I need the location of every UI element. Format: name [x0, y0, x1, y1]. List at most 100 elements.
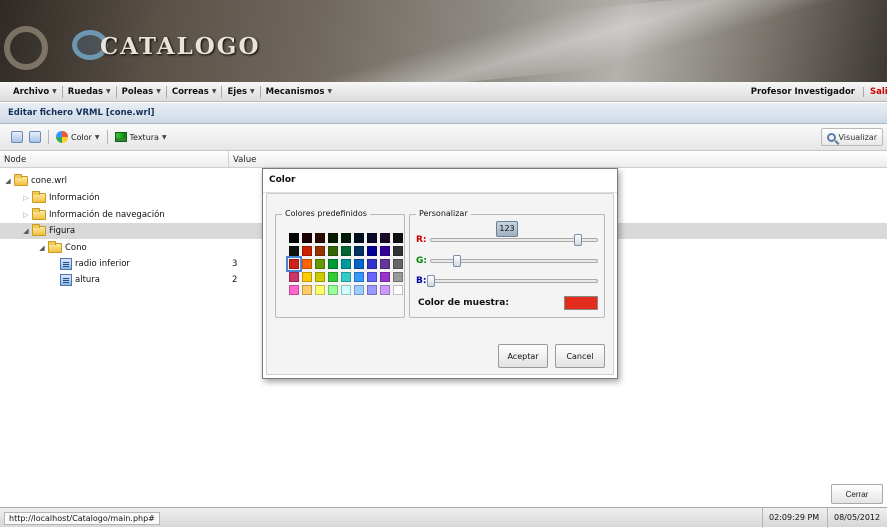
collapsed-arrow-icon[interactable]: ▷ — [22, 211, 30, 219]
color-swatch[interactable] — [367, 272, 377, 282]
expanded-arrow-icon[interactable]: ◢ — [38, 244, 46, 252]
red-slider-thumb[interactable] — [574, 234, 583, 246]
tree-row-label: Cono — [65, 243, 87, 253]
color-swatch[interactable] — [315, 259, 325, 269]
green-slider-thumb[interactable] — [453, 255, 462, 267]
color-swatch[interactable] — [354, 233, 364, 243]
menu-poleas-label: Poleas — [121, 86, 154, 97]
collapse-all-button[interactable] — [26, 128, 44, 146]
color-swatch[interactable] — [302, 285, 312, 295]
menu-ejes[interactable]: Ejes ▼ — [222, 87, 259, 97]
color-swatch[interactable] — [328, 246, 338, 256]
color-swatch[interactable] — [341, 233, 351, 243]
color-swatch[interactable] — [328, 272, 338, 282]
color-swatch[interactable] — [367, 259, 377, 269]
green-slider[interactable] — [430, 255, 598, 267]
color-swatch[interactable] — [341, 285, 351, 295]
expanded-arrow-icon[interactable]: ◢ — [4, 177, 12, 185]
color-swatch[interactable] — [393, 246, 403, 256]
color-swatch[interactable] — [328, 285, 338, 295]
texture-menu-button[interactable]: Textura ▼ — [112, 128, 170, 146]
color-swatch[interactable] — [393, 285, 403, 295]
color-swatch[interactable] — [315, 246, 325, 256]
menu-correas[interactable]: Correas ▼ — [167, 87, 222, 97]
menu-archivo-label: Archivo — [13, 86, 50, 97]
blue-slider-thumb[interactable] — [427, 275, 435, 287]
color-swatch[interactable] — [367, 246, 377, 256]
color-swatch[interactable] — [341, 246, 351, 256]
toolbar-divider — [106, 130, 108, 144]
color-swatch[interactable] — [302, 246, 312, 256]
color-swatch[interactable] — [286, 256, 302, 272]
blue-slider[interactable] — [427, 275, 598, 287]
blue-slider-row: B: — [416, 274, 598, 288]
color-swatch[interactable] — [393, 233, 403, 243]
color-swatch[interactable] — [289, 246, 299, 256]
color-swatch[interactable] — [393, 272, 403, 282]
header-banner: CATALOGO — [0, 0, 887, 82]
color-swatch[interactable] — [380, 272, 390, 282]
green-label: G: — [416, 256, 427, 266]
menu-poleas[interactable]: Poleas ▼ — [117, 87, 166, 97]
custom-color-group: Personalizar 123 R: G: B: Color de muest… — [409, 209, 605, 318]
expand-icon — [11, 131, 23, 143]
tree-row-label: Figura — [49, 226, 76, 236]
color-swatch[interactable] — [315, 285, 325, 295]
color-menu-label: Color — [71, 132, 92, 142]
chevron-down-icon: ▼ — [106, 88, 111, 95]
expand-all-button[interactable] — [8, 128, 26, 146]
tree-row-value[interactable]: 3 — [232, 259, 237, 269]
menu-correas-label: Correas — [171, 86, 209, 97]
color-swatch[interactable] — [367, 285, 377, 295]
dialog-title[interactable]: Color — [263, 169, 617, 193]
menu-mecanismos[interactable]: Mecanismos ▼ — [261, 87, 337, 97]
color-swatch[interactable] — [380, 246, 390, 256]
menu-bar: Archivo ▼ Ruedas ▼ Poleas ▼ Correas ▼ Ejes ▼ … — [0, 82, 887, 102]
tree-row-label: cone.wrl — [31, 176, 68, 186]
color-swatch[interactable] — [289, 233, 299, 243]
color-swatch[interactable] — [380, 285, 390, 295]
column-header-node[interactable]: Node — [4, 155, 26, 165]
color-swatch[interactable] — [302, 272, 312, 282]
tree-row-value[interactable]: 2 — [232, 275, 237, 285]
color-swatch[interactable] — [367, 233, 377, 243]
status-time: 02:09:29 PM — [762, 508, 825, 528]
tree-row-label: Información de navegación — [49, 210, 165, 220]
close-button[interactable]: Cerrar — [831, 484, 883, 504]
color-swatch[interactable] — [315, 272, 325, 282]
color-menu-button[interactable]: Color ▼ — [53, 128, 103, 146]
color-swatch[interactable] — [302, 233, 312, 243]
collapsed-arrow-icon[interactable]: ▷ — [22, 194, 30, 202]
tree-row-label: radio inferior — [75, 259, 130, 269]
menu-mecanismos-label: Mecanismos — [265, 86, 325, 97]
menu-archivo[interactable]: Archivo ▼ — [8, 87, 62, 97]
color-swatch[interactable] — [354, 272, 364, 282]
accept-button[interactable]: Aceptar — [498, 344, 548, 368]
color-swatch[interactable] — [393, 259, 403, 269]
field-icon — [60, 274, 72, 286]
color-swatch[interactable] — [380, 259, 390, 269]
texture-icon — [114, 132, 127, 142]
visualize-button[interactable]: Visualizar — [820, 128, 883, 146]
color-swatch[interactable] — [302, 259, 312, 269]
status-date: 08/05/2012 — [827, 508, 886, 528]
color-swatch[interactable] — [315, 233, 325, 243]
color-swatch[interactable] — [341, 272, 351, 282]
color-swatch[interactable] — [289, 285, 299, 295]
color-swatch[interactable] — [380, 233, 390, 243]
column-header-value[interactable]: Value — [228, 151, 260, 168]
menu-ruedas[interactable]: Ruedas ▼ — [63, 87, 116, 97]
cancel-button[interactable]: Cancel — [555, 344, 605, 368]
color-swatch[interactable] — [328, 259, 338, 269]
logout-link[interactable]: Salir — [863, 87, 887, 97]
color-swatch[interactable] — [354, 285, 364, 295]
chevron-down-icon: ▼ — [211, 88, 217, 95]
color-swatch[interactable] — [354, 246, 364, 256]
collapse-icon — [29, 131, 41, 143]
red-slider[interactable] — [430, 234, 598, 246]
color-swatch[interactable] — [341, 259, 351, 269]
color-swatch[interactable] — [328, 233, 338, 243]
expanded-arrow-icon[interactable]: ◢ — [22, 227, 30, 235]
color-swatch[interactable] — [354, 259, 364, 269]
color-swatch[interactable] — [289, 272, 299, 282]
